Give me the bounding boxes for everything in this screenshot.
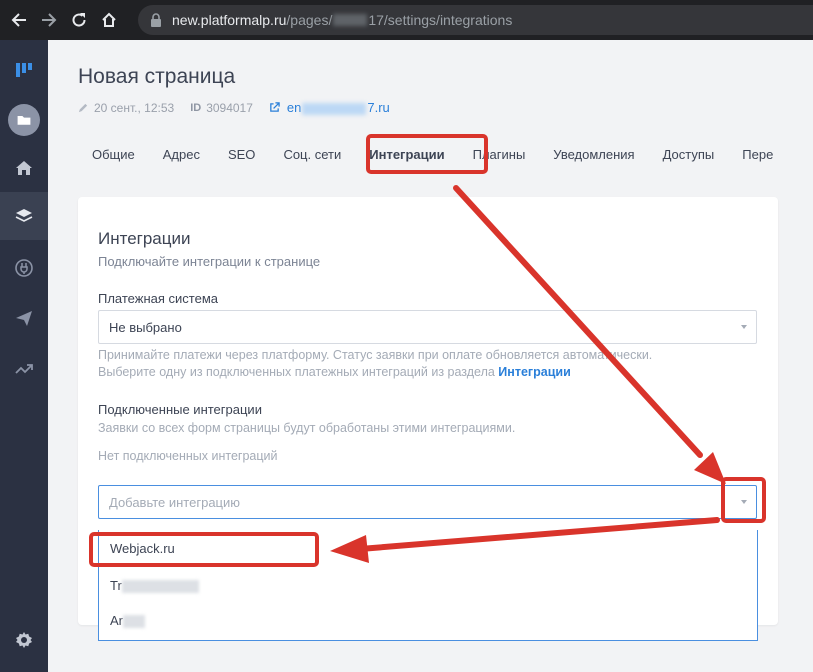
- option-redacted: [121, 580, 199, 594]
- home-icon[interactable]: [0, 144, 48, 192]
- payment-hint-line2: Выберите одну из подключенных платежных …: [98, 364, 652, 381]
- folder-icon[interactable]: [0, 96, 48, 144]
- tab-address[interactable]: Адрес: [149, 137, 214, 173]
- browser-toolbar: new.platformalp.ru/pages/17/settings/int…: [0, 0, 813, 40]
- address-bar[interactable]: new.platformalp.ru/pages/17/settings/int…: [138, 5, 813, 35]
- email-redacted: [302, 102, 367, 115]
- plug-icon[interactable]: [0, 244, 48, 292]
- connected-hint: Заявки со всех форм страницы будут обраб…: [98, 421, 516, 435]
- chevron-down-icon: [741, 325, 747, 329]
- tab-seo[interactable]: SEO: [214, 137, 269, 173]
- annotation-box-caret: [721, 477, 766, 523]
- add-integration-placeholder: Добавьте интеграцию: [109, 494, 241, 510]
- option-label: Tr: [110, 578, 122, 593]
- url-path: /pages/: [286, 12, 333, 28]
- lock-icon: [151, 13, 161, 27]
- card-subtitle: Подключайте интеграции к странице: [98, 254, 321, 269]
- card-title: Интеграции: [98, 229, 191, 248]
- page-meta: 20 сент., 12:53 ID 3094017 en 7.ru: [78, 100, 390, 115]
- url-redacted: [333, 14, 368, 26]
- reload-icon[interactable]: [64, 5, 94, 35]
- forward-icon[interactable]: [34, 5, 64, 35]
- payment-hint: Принимайте платежи через платформу. Стат…: [98, 347, 652, 381]
- payment-label: Платежная система: [98, 291, 218, 306]
- url-path-end: 17/settings/integrations: [368, 12, 513, 28]
- payment-select-value: Не выбрано: [109, 319, 182, 335]
- tab-social[interactable]: Соц. сети: [269, 137, 355, 173]
- url-host: new.platformalp.ru: [172, 12, 287, 28]
- page-title: Новая страница: [78, 65, 236, 88]
- annotation-box-option: [89, 532, 319, 567]
- send-icon[interactable]: [0, 294, 48, 342]
- back-icon[interactable]: [4, 5, 34, 35]
- connected-label: Подключенные интеграции: [98, 402, 262, 417]
- tab-more[interactable]: Пере: [728, 137, 787, 173]
- chart-icon[interactable]: [0, 344, 48, 392]
- no-integrations-text: Нет подключенных интеграций: [98, 449, 278, 463]
- pencil-icon: [78, 103, 88, 113]
- payment-hint-text: Выберите одну из подключенных платежных …: [98, 365, 499, 379]
- email-start: en: [286, 100, 302, 115]
- id-label: ID: [190, 101, 202, 114]
- page-email-link[interactable]: en 7.ru: [287, 100, 390, 115]
- annotation-box-tab: [366, 134, 488, 174]
- payment-select[interactable]: Не выбрано: [98, 310, 757, 344]
- add-integration-select[interactable]: Добавьте интеграцию: [98, 485, 757, 519]
- id-value: 3094017: [206, 100, 253, 115]
- option-redacted: [123, 615, 145, 629]
- tab-general[interactable]: Общие: [78, 137, 149, 173]
- tab-access[interactable]: Доступы: [649, 137, 729, 173]
- payment-hint-line1: Принимайте платежи через платформу. Стат…: [98, 348, 653, 362]
- sidebar: [0, 40, 48, 672]
- external-link-icon: [270, 102, 280, 112]
- option-label: Ar: [110, 613, 123, 628]
- page-date: 20 сент., 12:53: [94, 100, 175, 115]
- dropdown-option-3[interactable]: Ar: [110, 613, 145, 629]
- integrations-link[interactable]: Интеграции: [498, 365, 570, 379]
- layers-icon[interactable]: [0, 192, 48, 240]
- email-end: 7.ru: [367, 100, 390, 115]
- home-browser-icon[interactable]: [94, 5, 124, 35]
- gear-icon[interactable]: [0, 616, 48, 664]
- tab-notifications[interactable]: Уведомления: [539, 137, 648, 173]
- logo-icon[interactable]: [0, 46, 48, 94]
- dropdown-option-2[interactable]: Tr: [110, 578, 199, 594]
